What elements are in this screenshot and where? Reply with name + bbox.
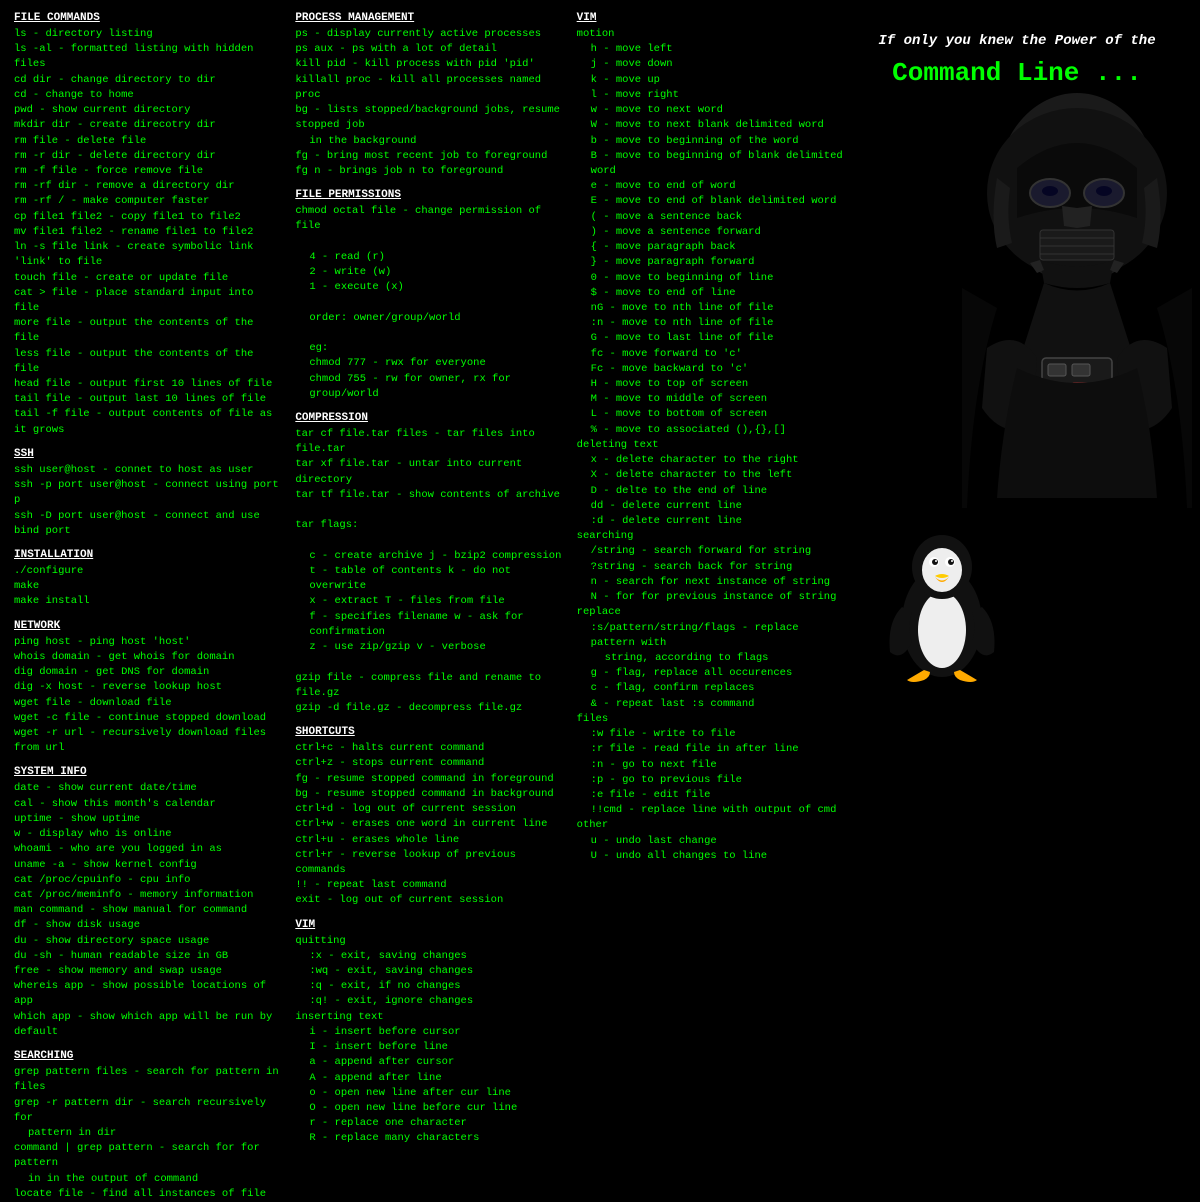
installation-lines: ./configure make make install [14, 564, 283, 610]
tux-graphic [882, 522, 1002, 682]
column-1: FILE COMMANDS ls - directory listing ls … [8, 8, 289, 742]
shortcuts-lines: ctrl+c - halts current command ctrl+z - … [295, 741, 564, 908]
darth-vader-graphic [962, 88, 1192, 508]
system-info-lines: date - show current date/time cal - show… [14, 781, 283, 1040]
column-3: VIM motion h - move left j - move down k… [571, 8, 852, 742]
vim-title: VIM [577, 12, 846, 24]
network-lines: ping host - ping host 'host' whois domai… [14, 635, 283, 757]
searching-lines: grep pattern files - search for pattern … [14, 1065, 283, 1202]
column-2: PROCESS MANAGEMENT ps - display currentl… [289, 8, 570, 742]
compression-title: COMPRESSION [295, 412, 564, 424]
process-mgmt-title: PROCESS MANAGEMENT [295, 12, 564, 24]
process-mgmt-lines: ps - display currently active processes … [295, 27, 564, 179]
compression-lines: tar cf file.tar files - tar files into f… [295, 427, 564, 716]
column-4: If only you knew the Power of the Comman… [852, 8, 1192, 742]
file-permissions-lines: chmod octal file - change permission of … [295, 204, 564, 402]
network-title: NETWORK [14, 620, 283, 632]
file-commands-lines: ls - directory listing ls -al - formatte… [14, 27, 283, 438]
searching-title: SEARCHING [14, 1050, 283, 1062]
vim-quit-lines: quitting :x - exit, saving changes :wq -… [295, 934, 564, 1147]
file-commands-title: FILE COMMANDS [14, 12, 283, 24]
ssh-title: SSH [14, 448, 283, 460]
title-text: Command Line ... [858, 58, 1176, 88]
shortcuts-title: SHORTCUTS [295, 726, 564, 738]
tagline-text: If only you knew the Power of the [858, 32, 1176, 52]
vim-motion-lines: motion h - move left j - move down k - m… [577, 27, 846, 864]
file-permissions-title: FILE PERMISSIONS [295, 189, 564, 201]
system-info-title: SYSTEM INFO [14, 766, 283, 778]
ssh-lines: ssh user@host - connet to host as user s… [14, 463, 283, 539]
main-container: FILE COMMANDS ls - directory listing ls … [0, 0, 1200, 750]
tagline-area: If only you knew the Power of the Comman… [858, 32, 1186, 88]
vim-quit-title: VIM [295, 919, 564, 931]
installation-title: INSTALLATION [14, 549, 283, 561]
